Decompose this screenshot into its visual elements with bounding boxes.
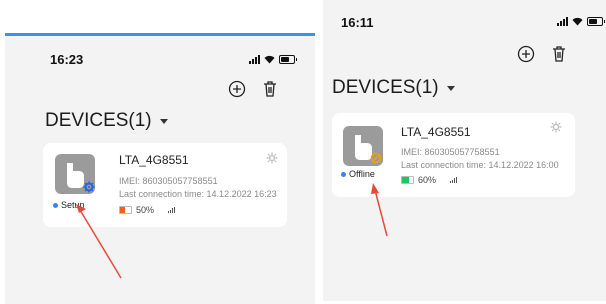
red-arrow-left — [76, 204, 122, 279]
annotation-arrows — [76, 183, 388, 279]
red-arrow-right — [371, 183, 388, 237]
